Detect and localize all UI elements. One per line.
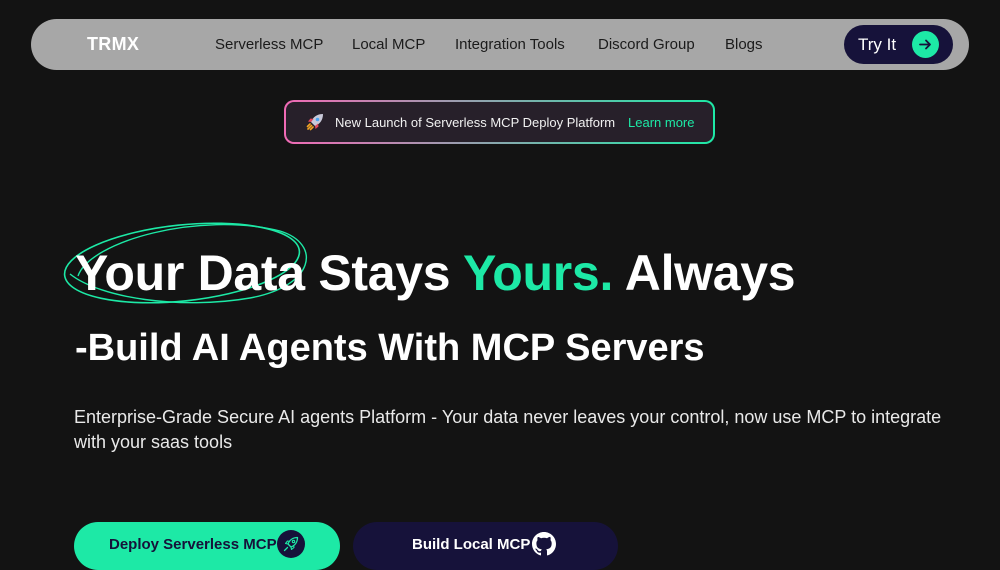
nav-link-blogs[interactable]: Blogs bbox=[725, 36, 763, 53]
learn-more-link[interactable]: Learn more bbox=[628, 115, 694, 130]
hero-title-accent: Yours. bbox=[462, 245, 614, 301]
hero-title: Your Data Stays Yours. Always bbox=[75, 244, 796, 302]
rocket-icon bbox=[277, 530, 305, 558]
hero-title-part1: Your Data Stays bbox=[75, 245, 463, 301]
build-local-mcp-label: Build Local MCP bbox=[412, 536, 531, 553]
try-it-button[interactable]: Try It bbox=[844, 25, 953, 64]
rocket-icon bbox=[305, 112, 325, 132]
navbar: TRMX Serverless MCP Local MCP Integratio… bbox=[31, 19, 969, 70]
nav-link-serverless-mcp[interactable]: Serverless MCP bbox=[215, 36, 323, 53]
hero-title-part2: Always bbox=[613, 245, 796, 301]
arrow-right-icon bbox=[912, 31, 939, 58]
try-it-label: Try It bbox=[858, 35, 897, 54]
hero-subtitle: -Build AI Agents With MCP Servers bbox=[75, 327, 705, 369]
github-icon bbox=[532, 532, 556, 556]
brand-logo[interactable]: TRMX bbox=[87, 34, 139, 55]
announcement-banner[interactable]: New Launch of Serverless MCP Deploy Plat… bbox=[284, 100, 715, 144]
nav-link-integration-tools[interactable]: Integration Tools bbox=[455, 36, 565, 53]
hero-description: Enterprise-Grade Secure AI agents Platfo… bbox=[74, 407, 942, 452]
deploy-serverless-mcp-label: Deploy Serverless MCP bbox=[109, 536, 277, 553]
nav-link-discord-group[interactable]: Discord Group bbox=[598, 36, 695, 53]
nav-link-local-mcp[interactable]: Local MCP bbox=[352, 36, 425, 53]
announcement-text: New Launch of Serverless MCP Deploy Plat… bbox=[335, 115, 616, 130]
